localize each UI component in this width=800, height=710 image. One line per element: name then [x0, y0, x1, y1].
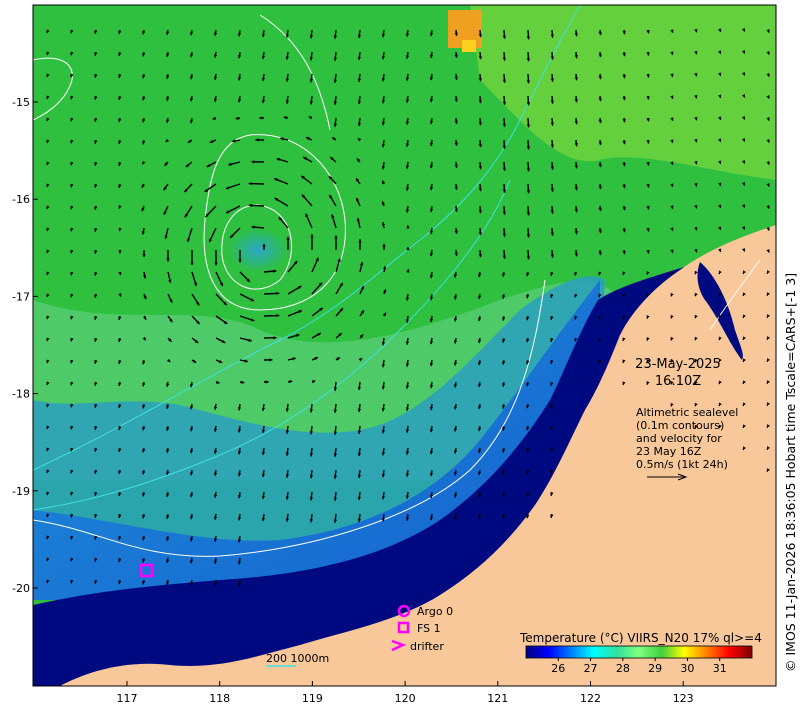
- x-tick-label: 122: [580, 692, 601, 705]
- x-tick-label: 118: [209, 692, 230, 705]
- y-tick-label: -18: [12, 388, 30, 401]
- y-tick-label: -19: [12, 485, 30, 498]
- date-text: 23-May-2025: [635, 357, 721, 372]
- credit-text: © IMOS 11-Jan-2026 18:36:05 Hobart time …: [783, 272, 798, 672]
- x-tick-label: 120: [395, 692, 416, 705]
- colorbar-tick-label: 31: [713, 662, 727, 675]
- cool-eddy: [228, 228, 288, 272]
- sealevel-info: Altimetric sealevel (0.1m contours) and …: [636, 406, 746, 471]
- x-tick-label: 123: [673, 692, 694, 705]
- colorbar-tick-label: 30: [680, 662, 694, 675]
- colorbar-tick-label: 28: [616, 662, 630, 675]
- colorbar-tick-label: 29: [648, 662, 662, 675]
- colorbar-title: Temperature (°C) VIIRS_N20 17% ql>=4: [520, 631, 762, 645]
- y-tick-label: -17: [12, 290, 30, 303]
- colorbar-tick-label: 27: [584, 662, 598, 675]
- y-tick-label: -20: [12, 582, 30, 595]
- legend-argo-label: Argo 0: [417, 605, 454, 618]
- x-tick-label: 117: [117, 692, 138, 705]
- legend-fs-label: FS 1: [417, 622, 441, 635]
- sealevel-line: and velocity for: [636, 432, 722, 445]
- sealevel-line: Altimetric sealevel: [636, 406, 739, 419]
- sealevel-line: 0.5m/s (1kt 24h): [636, 458, 728, 471]
- plot-area: [33, 5, 776, 686]
- scale-bar-label: 200 1000m: [266, 652, 330, 665]
- colorbar-tick-label: 26: [551, 662, 565, 675]
- sst-map: 117 118 119 120 121 122 123 -15 -16 -17 -18 -19 -20…: [12, 4, 777, 705]
- warm-spot-2: [462, 40, 476, 52]
- y-tick-label: -16: [12, 193, 30, 206]
- colorbar-gradient: [525, 645, 753, 659]
- sealevel-line: 23 May 16Z: [636, 445, 702, 458]
- date-block: 23-May-2025 16:10Z: [622, 356, 734, 390]
- x-tick-label: 119: [302, 692, 323, 705]
- time-text: 16:10Z: [654, 374, 702, 389]
- legend-drifter-label: drifter: [410, 640, 444, 653]
- y-tick-label: -15: [12, 96, 30, 109]
- x-tick-label: 121: [487, 692, 508, 705]
- sealevel-line: (0.1m contours): [636, 419, 725, 432]
